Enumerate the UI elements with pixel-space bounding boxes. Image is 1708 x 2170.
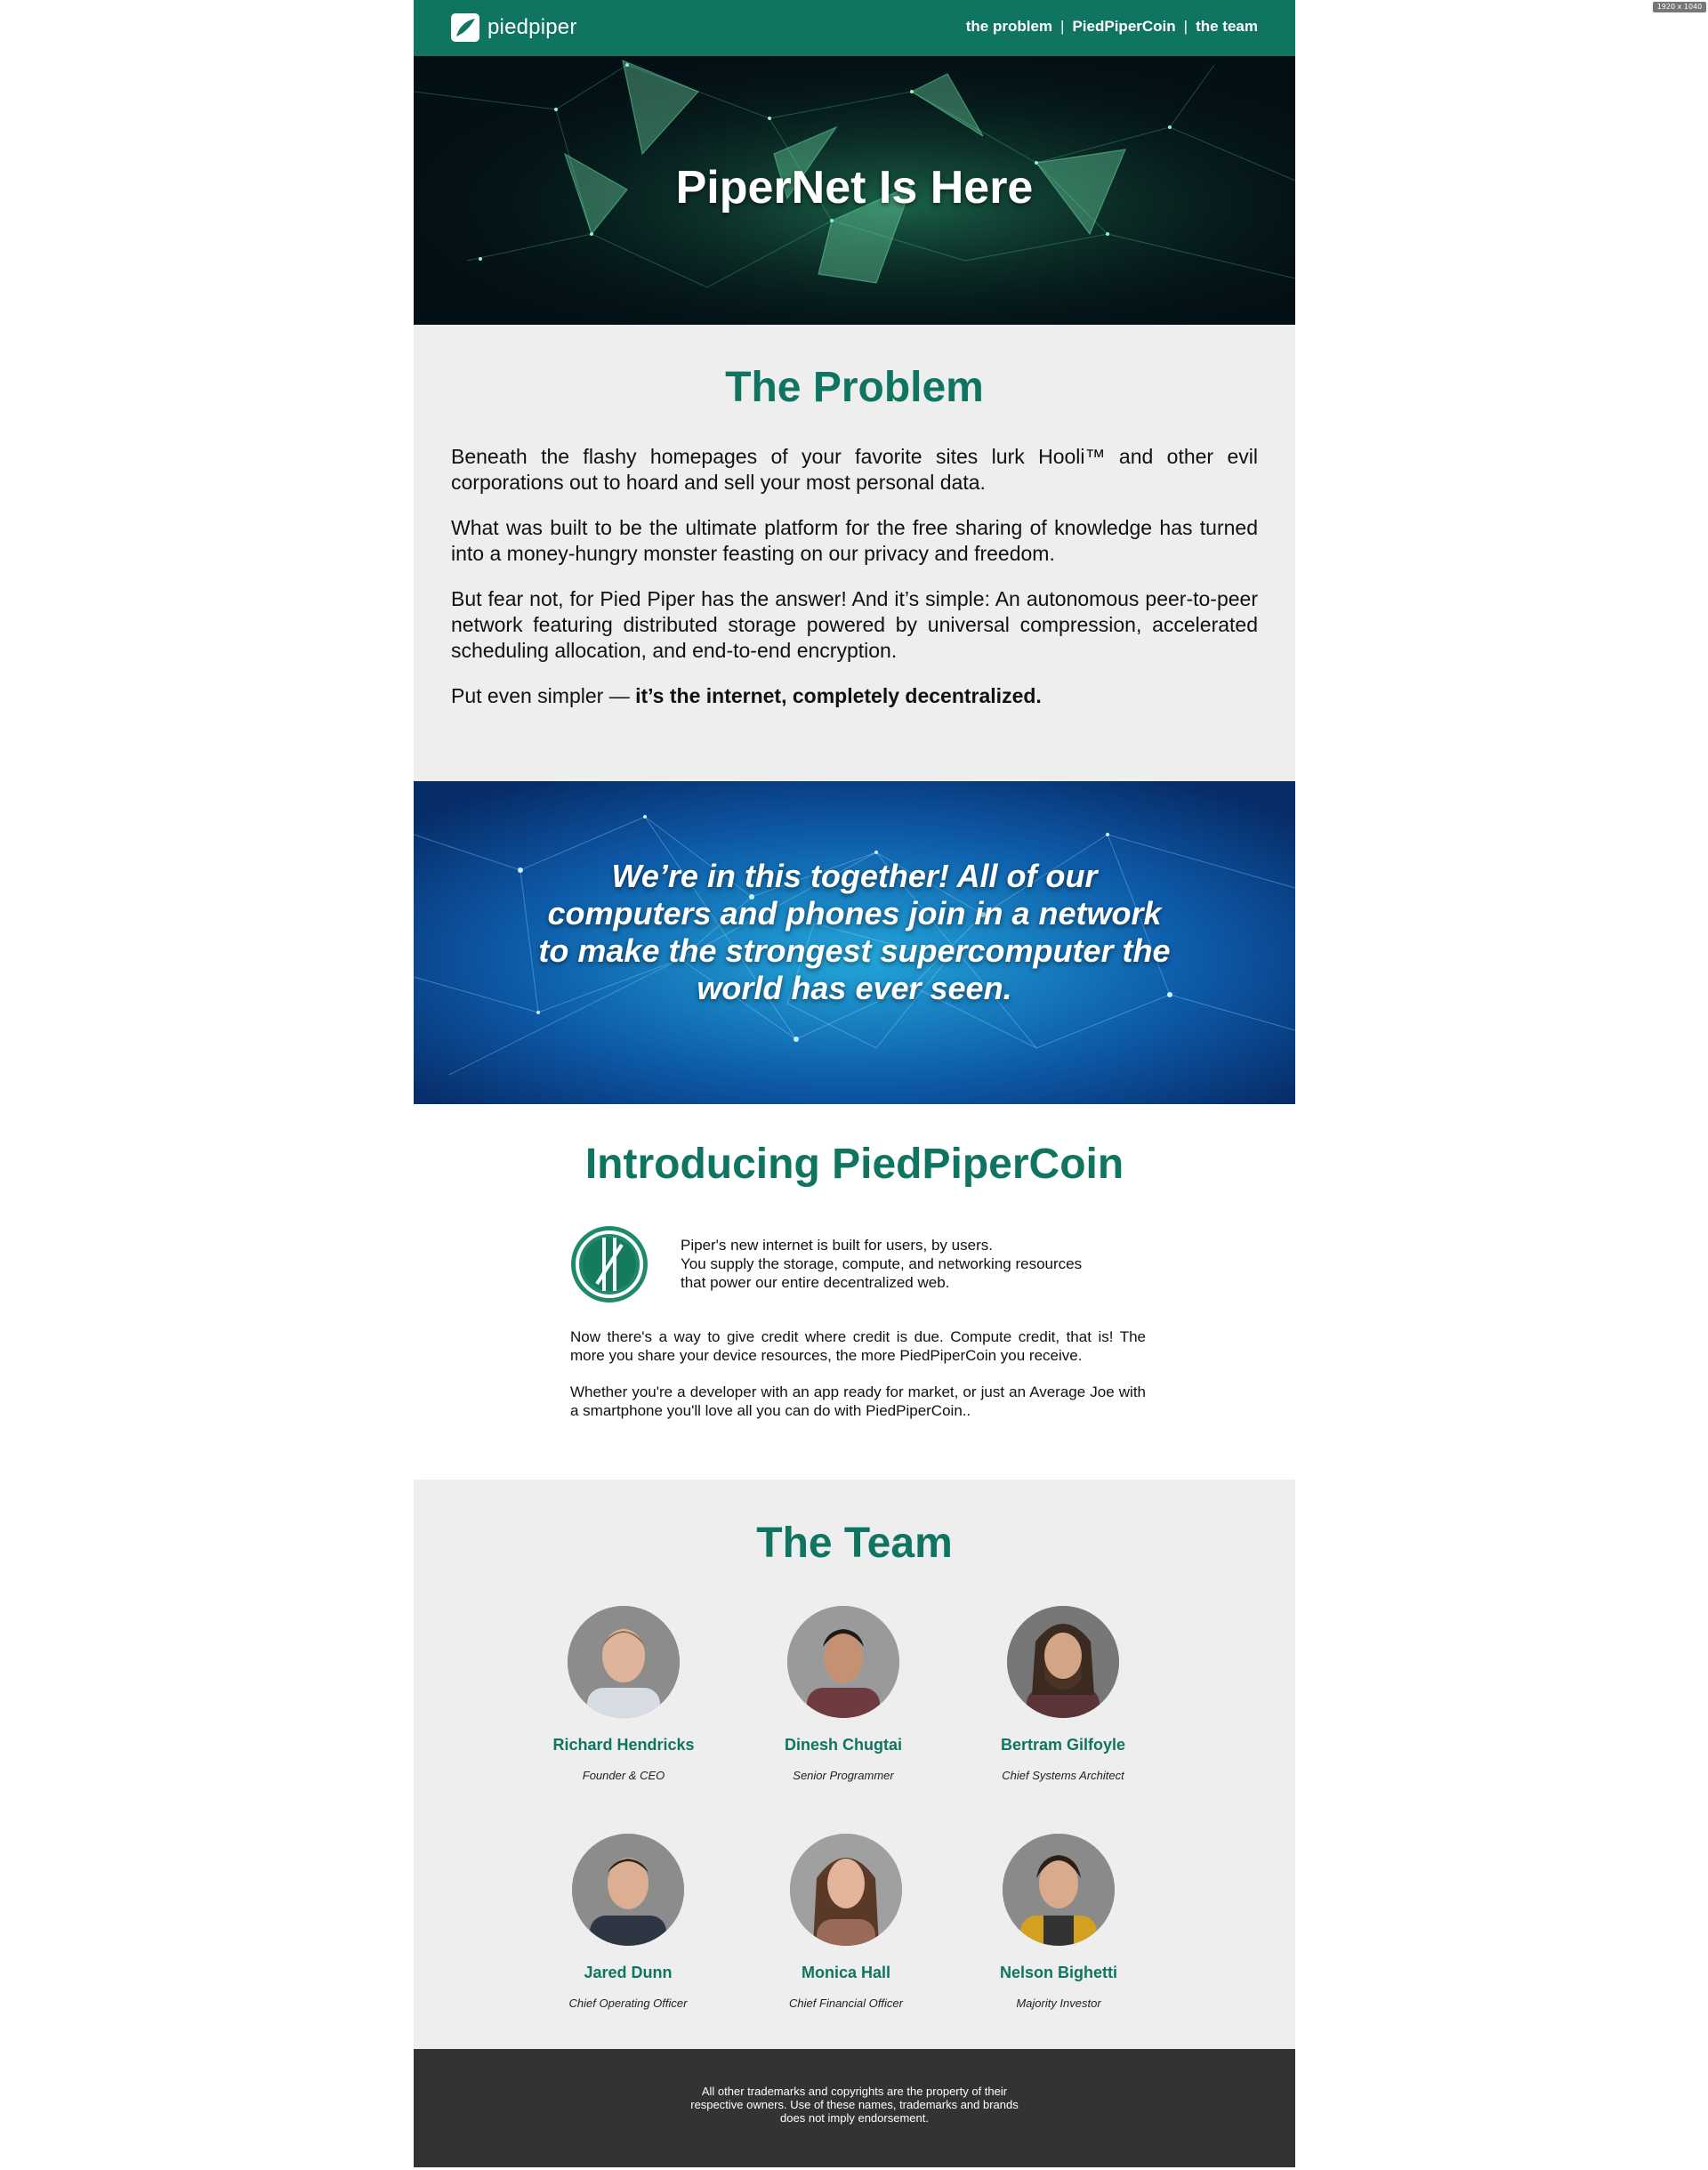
member-role: Chief Systems Architect <box>1002 1769 1124 1782</box>
avatar <box>1007 1606 1119 1718</box>
site-footer: All other trademarks and copyrights are … <box>414 2049 1295 2167</box>
coin-lead-line: that power our entire decentralized web. <box>681 1274 950 1291</box>
problem-summary-bold: it’s the internet, completely decentrali… <box>635 684 1042 707</box>
problem-summary-prefix: Put even simpler — <box>451 684 636 707</box>
coin-lead-line: You supply the storage, compute, and net… <box>681 1255 1083 1272</box>
quote-banner: We’re in this together! All of our compu… <box>414 781 1295 1104</box>
member-role: Founder & CEO <box>582 1769 665 1782</box>
team-section: The Team Richard Hendricks Founder & CEO… <box>414 1480 1295 2049</box>
member-name: Monica Hall <box>801 1964 891 1981</box>
problem-summary: Put even simpler — it’s the internet, co… <box>451 683 1258 709</box>
member-name: Dinesh Chugtai <box>784 1736 902 1754</box>
hero-title: PiperNet Is Here <box>675 162 1034 214</box>
footer-line: respective owners. Use of these names, t… <box>690 2098 1019 2111</box>
nav-link-the-problem[interactable]: the problem <box>966 18 1052 36</box>
top-nav: the problem | PiedPiperCoin | the team <box>966 18 1258 36</box>
page: piedpiper the problem | PiedPiperCoin | … <box>414 0 1295 2167</box>
team-member: Richard Hendricks Founder & CEO <box>517 1606 730 1782</box>
team-member: Monica Hall Chief Financial Officer <box>739 1834 953 2010</box>
nav-separator: | <box>1060 18 1065 35</box>
member-role: Majority Investor <box>1016 1997 1101 2010</box>
team-member: Dinesh Chugtai Senior Programmer <box>737 1606 950 1782</box>
problem-paragraph: But fear not, for Pied Piper has the ans… <box>451 587 1258 662</box>
team-title: The Team <box>756 1520 953 1567</box>
site-header: piedpiper the problem | PiedPiperCoin | … <box>414 0 1295 56</box>
member-name: Bertram Gilfoyle <box>1000 1736 1126 1754</box>
screen-size-badge: 1920 x 1040 <box>1653 2 1706 12</box>
footer-line: does not imply endorsement. <box>780 2111 929 2125</box>
piedpipercoin-logo-icon <box>571 1226 648 1303</box>
member-name: Richard Hendricks <box>552 1736 695 1754</box>
member-name: Jared Dunn <box>584 1964 673 1981</box>
coin-text: Now there's a way to give credit where c… <box>570 1327 1146 1438</box>
problem-section: The Problem Beneath the flashy homepages… <box>414 325 1295 781</box>
problem-paragraph: What was built to be the ultimate platfo… <box>451 516 1258 565</box>
problem-body: Beneath the flashy homepages of your fav… <box>451 444 1258 729</box>
hero-banner: PiperNet Is Here <box>414 56 1295 325</box>
nav-link-piedpipercoin[interactable]: PiedPiperCoin <box>1072 18 1175 36</box>
coin-title: Introducing PiedPiperCoin <box>584 1141 1124 1188</box>
coin-lead-line: Piper's new internet is built for users,… <box>681 1237 993 1254</box>
coin-paragraph: Now there's a way to give credit where c… <box>570 1328 1146 1364</box>
avatar <box>572 1834 684 1946</box>
problem-title: The Problem <box>725 364 984 411</box>
coin-paragraph: Whether you're a developer with an app r… <box>570 1383 1146 1419</box>
logo[interactable]: piedpiper <box>450 12 577 43</box>
avatar <box>790 1834 902 1946</box>
avatar <box>568 1606 680 1718</box>
coin-lead: Piper's new internet is built for users,… <box>681 1236 1143 1292</box>
member-role: Chief Operating Officer <box>568 1997 688 2010</box>
footer-disclaimer: All other trademarks and copyrights are … <box>414 2085 1295 2125</box>
logo-text: piedpiper <box>487 15 577 39</box>
nav-separator: | <box>1183 18 1188 35</box>
problem-paragraph: Beneath the flashy homepages of your fav… <box>451 445 1258 494</box>
avatar <box>787 1606 899 1718</box>
avatar <box>1003 1834 1115 1946</box>
team-member: Jared Dunn Chief Operating Officer <box>521 1834 735 2010</box>
piedpiper-logo-icon <box>451 13 479 42</box>
member-name: Nelson Bighetti <box>999 1964 1117 1981</box>
banner-quote: We’re in this together! All of our compu… <box>538 858 1171 1006</box>
team-member: Nelson Bighetti Majority Investor <box>952 1834 1165 2010</box>
nav-link-the-team[interactable]: the team <box>1196 18 1258 36</box>
member-role: Chief Financial Officer <box>789 1997 903 2010</box>
coin-section: Introducing PiedPiperCoin Piper's new in… <box>414 1104 1295 1480</box>
footer-line: All other trademarks and copyrights are … <box>701 2085 1008 2098</box>
team-member: Bertram Gilfoyle Chief Systems Architect <box>956 1606 1170 1782</box>
member-role: Senior Programmer <box>793 1769 894 1782</box>
